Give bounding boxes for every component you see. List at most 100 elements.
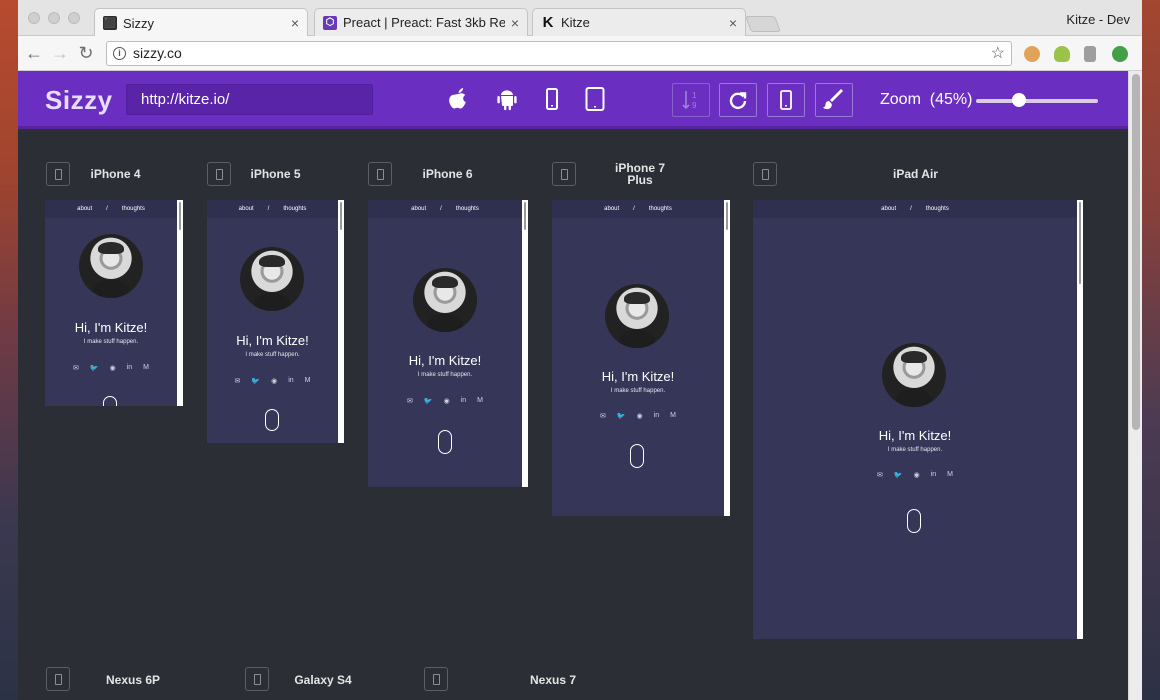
medium-icon[interactable]: M bbox=[477, 397, 483, 405]
tab-title: Sizzy bbox=[123, 15, 155, 31]
preview-scrollbar[interactable] bbox=[338, 200, 344, 443]
preview-scrollbar[interactable] bbox=[1077, 200, 1083, 639]
device-toggle-button[interactable] bbox=[207, 162, 231, 186]
linkedin-icon[interactable]: in bbox=[461, 397, 466, 405]
zoom-window-button[interactable] bbox=[68, 12, 80, 24]
minimize-window-button[interactable] bbox=[48, 12, 60, 24]
device-preview-iphone-4[interactable]: about / thoughts Hi, I'm Kitze! I make stu… bbox=[45, 200, 183, 406]
medium-icon[interactable]: M bbox=[670, 412, 676, 420]
mail-icon[interactable]: ✉ bbox=[73, 364, 79, 372]
android-extension-icon[interactable] bbox=[1054, 46, 1070, 62]
phone-icon bbox=[215, 168, 223, 180]
nav-thoughts-link[interactable]: thoughts bbox=[122, 206, 145, 212]
zoom-slider[interactable] bbox=[976, 99, 1098, 103]
mail-icon[interactable]: ✉ bbox=[235, 377, 241, 385]
device-name: Nexus 6P bbox=[105, 673, 161, 687]
github-icon[interactable]: ◉ bbox=[637, 412, 643, 420]
device-toggle-button[interactable] bbox=[245, 667, 269, 691]
device-preview-iphone-6[interactable]: about / thoughts Hi, I'm Kitze! I make stu… bbox=[368, 200, 528, 487]
phone-icon bbox=[54, 168, 62, 180]
device-preview-ipad-air[interactable]: about / thoughts Hi, I'm Kitze! I make stu… bbox=[753, 200, 1083, 639]
cookie-extension-icon[interactable] bbox=[1024, 46, 1040, 62]
info-icon[interactable]: i bbox=[113, 47, 126, 60]
phone-icon bbox=[432, 673, 440, 685]
nav-about-link[interactable]: about bbox=[604, 206, 619, 212]
preview-scrollbar[interactable] bbox=[522, 200, 528, 487]
github-icon[interactable]: ◉ bbox=[914, 471, 920, 479]
nav-thoughts-link[interactable]: thoughts bbox=[283, 206, 306, 212]
forward-icon[interactable]: → bbox=[50, 43, 70, 64]
device-toggle-button[interactable] bbox=[753, 162, 777, 186]
nav-thoughts-link[interactable]: thoughts bbox=[456, 206, 479, 212]
linkedin-icon[interactable]: in bbox=[654, 412, 659, 420]
twitter-icon[interactable]: 🐦 bbox=[251, 377, 260, 385]
tab-preact[interactable]: ⬡ Preact | Preact: Fast 3kb Reac × bbox=[314, 8, 528, 36]
close-window-button[interactable] bbox=[28, 12, 40, 24]
medium-icon[interactable]: M bbox=[305, 377, 311, 385]
nav-thoughts-link[interactable]: thoughts bbox=[926, 206, 949, 212]
device-frame-icon[interactable] bbox=[767, 83, 805, 117]
social-links: ✉ 🐦 ◉ in M bbox=[753, 471, 1077, 479]
nav-about-link[interactable]: about bbox=[411, 206, 426, 212]
zoom-slider-handle[interactable] bbox=[1011, 93, 1026, 107]
linkedin-icon[interactable]: in bbox=[127, 364, 132, 372]
device-preview-iphone-7-plus[interactable]: about / thoughts Hi, I'm Kitze! I make stu… bbox=[552, 200, 730, 516]
address-bar[interactable]: i sizzy.co ☆ bbox=[106, 41, 1012, 66]
nav-about-link[interactable]: about bbox=[239, 206, 254, 212]
sizzy-favicon-icon: ⬛ bbox=[103, 16, 117, 30]
github-icon[interactable]: ◉ bbox=[271, 377, 277, 385]
apple-icon[interactable] bbox=[445, 85, 471, 113]
theme-brush-icon[interactable] bbox=[815, 83, 853, 117]
github-icon[interactable]: ◉ bbox=[444, 397, 450, 405]
mail-icon[interactable]: ✉ bbox=[600, 412, 606, 420]
pocket-extension-icon[interactable] bbox=[1084, 46, 1096, 62]
close-tab-icon[interactable]: × bbox=[729, 15, 737, 31]
page-scrollbar[interactable] bbox=[1128, 71, 1142, 700]
sort-icon[interactable]: 19 bbox=[672, 83, 710, 117]
linkedin-icon[interactable]: in bbox=[288, 377, 293, 385]
profile-name[interactable]: Kitze - Dev bbox=[1066, 12, 1130, 27]
close-tab-icon[interactable]: × bbox=[511, 15, 519, 31]
twitter-icon[interactable]: 🐦 bbox=[617, 412, 626, 420]
social-links: ✉ 🐦 ◉ in M bbox=[45, 364, 177, 372]
twitter-icon[interactable]: 🐦 bbox=[90, 364, 99, 372]
close-tab-icon[interactable]: × bbox=[291, 15, 299, 31]
bookmark-star-icon[interactable]: ☆ bbox=[991, 42, 1005, 65]
device-toggle-button[interactable] bbox=[368, 162, 392, 186]
medium-icon[interactable]: M bbox=[143, 364, 149, 372]
github-icon[interactable]: ◉ bbox=[110, 364, 116, 372]
back-icon[interactable]: ← bbox=[24, 43, 44, 64]
preview-scrollbar[interactable] bbox=[177, 200, 183, 406]
medium-icon[interactable]: M bbox=[947, 471, 953, 479]
tab-sizzy[interactable]: ⬛ Sizzy × bbox=[94, 8, 308, 37]
nav-thoughts-link[interactable]: thoughts bbox=[649, 206, 672, 212]
preview-scrollbar[interactable] bbox=[724, 200, 730, 516]
update-extension-icon[interactable] bbox=[1112, 46, 1128, 62]
twitter-icon[interactable]: 🐦 bbox=[894, 471, 903, 479]
nav-about-link[interactable]: about bbox=[881, 206, 896, 212]
page-scrollbar-thumb[interactable] bbox=[1132, 74, 1140, 430]
reload-icon[interactable]: ↻ bbox=[76, 43, 96, 64]
url-input[interactable] bbox=[126, 84, 373, 115]
nav-separator: / bbox=[267, 206, 270, 212]
mail-icon[interactable]: ✉ bbox=[407, 397, 413, 405]
tab-kitze[interactable]: K Kitze × bbox=[532, 8, 746, 36]
mail-icon[interactable]: ✉ bbox=[877, 471, 883, 479]
tablet-icon[interactable] bbox=[582, 85, 608, 113]
linkedin-icon[interactable]: in bbox=[931, 471, 936, 479]
phone-icon[interactable] bbox=[539, 85, 565, 113]
device-canvas: iPhone 4 iPhone 5 iPhone 6 iPhone 7 Plus… bbox=[18, 132, 1128, 700]
device-name: iPhone 5 bbox=[250, 167, 301, 181]
device-toggle-button[interactable] bbox=[552, 162, 576, 186]
new-tab-button[interactable] bbox=[745, 16, 781, 32]
device-toggle-button[interactable] bbox=[46, 162, 70, 186]
device-toggle-button[interactable] bbox=[424, 667, 448, 691]
twitter-icon[interactable]: 🐦 bbox=[424, 397, 433, 405]
nav-about-link[interactable]: about bbox=[77, 206, 92, 212]
rotate-icon[interactable] bbox=[719, 83, 757, 117]
device-toggle-button[interactable] bbox=[46, 667, 70, 691]
device-preview-iphone-5[interactable]: about / thoughts Hi, I'm Kitze! I make stu… bbox=[207, 200, 344, 443]
android-icon[interactable] bbox=[494, 85, 520, 113]
tab-strip: ⬛ Sizzy × ⬡ Preact | Preact: Fast 3kb Re… bbox=[18, 0, 1142, 37]
nav-separator: / bbox=[440, 206, 442, 212]
